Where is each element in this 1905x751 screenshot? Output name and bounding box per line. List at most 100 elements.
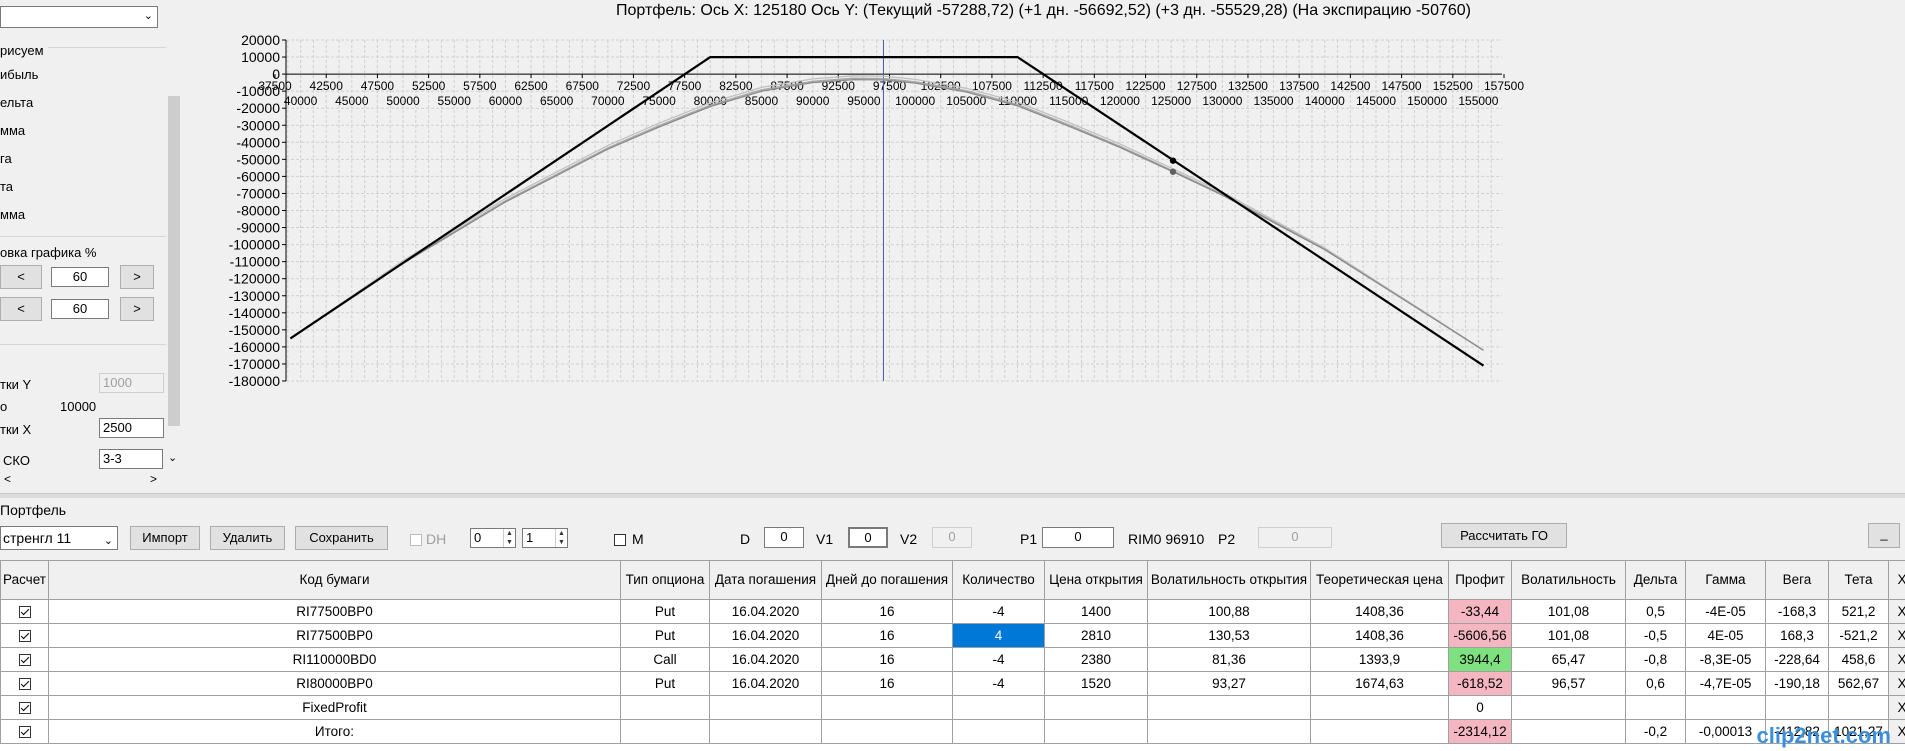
cell-profit[interactable]: 3944,4 bbox=[1448, 647, 1512, 672]
m-checkbox[interactable] bbox=[614, 534, 626, 546]
cell-theta[interactable] bbox=[1828, 695, 1889, 720]
dh-checkbox[interactable] bbox=[410, 534, 422, 546]
col-header-calc[interactable]: Расчет bbox=[0, 560, 49, 600]
cell-theo[interactable]: 1674,63 bbox=[1310, 671, 1449, 696]
cell-type[interactable]: Put bbox=[620, 599, 710, 624]
cell-theo[interactable] bbox=[1310, 719, 1449, 744]
cell-date[interactable]: 16.04.2020 bbox=[709, 623, 822, 648]
cell-x[interactable]: X bbox=[1888, 647, 1905, 672]
cell-vol[interactable]: 101,08 bbox=[1511, 599, 1626, 624]
cell-vol[interactable]: 65,47 bbox=[1511, 647, 1626, 672]
spin-updown-icon[interactable]: ▲ ▼ bbox=[555, 529, 567, 547]
cell-vega[interactable]: -228,64 bbox=[1765, 647, 1829, 672]
cell-x[interactable]: X bbox=[1888, 671, 1905, 696]
col-header-gamma[interactable]: Гамма bbox=[1685, 560, 1766, 600]
table-row[interactable]: RI77500BP0 Put 16.04.2020 16 -4 1400 100,88 140… bbox=[0, 599, 1905, 624]
cell-delta[interactable] bbox=[1625, 695, 1686, 720]
col-header-theo[interactable]: Теоретическая цена bbox=[1310, 560, 1449, 600]
scroll-left-icon[interactable]: < bbox=[4, 472, 11, 486]
scale1-next-button[interactable]: > bbox=[120, 265, 154, 289]
cell-qty[interactable]: -4 bbox=[952, 647, 1045, 672]
cell-vol[interactable] bbox=[1511, 719, 1626, 744]
left-panel-scroll-thumb[interactable] bbox=[168, 96, 180, 426]
cell-code[interactable]: RI77500BP0 bbox=[48, 599, 621, 624]
row-calc-checkbox[interactable] bbox=[0, 599, 49, 624]
import-button[interactable]: Импорт bbox=[130, 526, 200, 550]
left-panel-hscrollbar[interactable]: < > bbox=[0, 472, 166, 488]
save-button[interactable]: Сохранить bbox=[295, 526, 388, 550]
cell-gamma[interactable]: -0,00013 bbox=[1685, 719, 1766, 744]
col-header-theta[interactable]: Тета bbox=[1828, 560, 1889, 600]
cell-vega[interactable]: -168,3 bbox=[1765, 599, 1829, 624]
cell-theta[interactable]: 562,67 bbox=[1828, 671, 1889, 696]
row-calc-checkbox[interactable] bbox=[0, 719, 49, 744]
cell-type[interactable]: Put bbox=[620, 623, 710, 648]
cell-gamma[interactable] bbox=[1685, 695, 1766, 720]
chevron-down-icon[interactable]: ⌄ bbox=[168, 451, 177, 464]
dh-spin2[interactable]: 1 ▲ ▼ bbox=[522, 528, 568, 548]
grid-x-field[interactable]: 2500 bbox=[99, 418, 164, 438]
cell-price[interactable] bbox=[1044, 695, 1148, 720]
cell-type[interactable]: Put bbox=[620, 671, 710, 696]
cell-x[interactable]: X bbox=[1888, 695, 1905, 720]
cell-profit[interactable]: -618,52 bbox=[1448, 671, 1512, 696]
spin-updown-icon[interactable]: ▲ ▼ bbox=[503, 529, 515, 547]
calc-go-button[interactable]: Рассчитать ГО bbox=[1441, 523, 1567, 548]
scroll-right-icon[interactable]: > bbox=[150, 472, 157, 486]
series-select[interactable]: ⌄ bbox=[0, 6, 158, 28]
cell-days[interactable] bbox=[821, 719, 953, 744]
col-header-code[interactable]: Код бумаги bbox=[48, 560, 621, 600]
cell-price[interactable]: 1400 bbox=[1044, 599, 1148, 624]
cell-theo[interactable] bbox=[1310, 695, 1449, 720]
cell-date[interactable]: 16.04.2020 bbox=[709, 647, 822, 672]
cell-vega[interactable] bbox=[1765, 695, 1829, 720]
series-item-profit[interactable]: ибыль bbox=[0, 67, 38, 82]
p1-field[interactable]: 0 bbox=[1042, 527, 1114, 548]
cell-delta[interactable]: 0,6 bbox=[1625, 671, 1686, 696]
cell-code[interactable]: RI77500BP0 bbox=[48, 623, 621, 648]
cell-vol[interactable]: 101,08 bbox=[1511, 623, 1626, 648]
cell-days[interactable] bbox=[821, 695, 953, 720]
checkbox-checked-icon[interactable] bbox=[18, 702, 31, 715]
col-header-days[interactable]: Дней до погашения bbox=[821, 560, 953, 600]
series-item-vega[interactable]: га bbox=[0, 151, 12, 166]
cell-vol-open[interactable] bbox=[1147, 695, 1311, 720]
cell-vol-open[interactable]: 100,88 bbox=[1147, 599, 1311, 624]
table-row[interactable]: Итого: -2314,12 -0,2 -0,00013 -412,82 1021,27… bbox=[0, 719, 1905, 744]
cell-date[interactable]: 16.04.2020 bbox=[709, 599, 822, 624]
col-header-qty[interactable]: Количество bbox=[952, 560, 1045, 600]
v1-field[interactable]: 0 bbox=[848, 527, 888, 548]
p2-field[interactable]: 0 bbox=[1258, 527, 1332, 548]
cell-gamma[interactable]: 4E-05 bbox=[1685, 623, 1766, 648]
cell-theo[interactable]: 1393,9 bbox=[1310, 647, 1449, 672]
cell-code[interactable]: RI80000BP0 bbox=[48, 671, 621, 696]
cell-vol-open[interactable]: 130,53 bbox=[1147, 623, 1311, 648]
scale2-next-button[interactable]: > bbox=[120, 297, 154, 321]
cell-vol-open[interactable]: 81,36 bbox=[1147, 647, 1311, 672]
cell-delta[interactable]: -0,5 bbox=[1625, 623, 1686, 648]
cell-vol-open[interactable]: 93,27 bbox=[1147, 671, 1311, 696]
row-calc-checkbox[interactable] bbox=[0, 695, 49, 720]
cell-vol[interactable]: 96,57 bbox=[1511, 671, 1626, 696]
col-header-delta[interactable]: Дельта bbox=[1625, 560, 1686, 600]
cell-theta[interactable]: 521,2 bbox=[1828, 599, 1889, 624]
table-row[interactable]: FixedProfit 0 X bbox=[0, 695, 1905, 720]
cell-days[interactable]: 16 bbox=[821, 671, 953, 696]
checkbox-checked-icon[interactable] bbox=[18, 606, 31, 619]
table-row[interactable]: RI77500BP0 Put 16.04.2020 16 4 2810 130,53 1408… bbox=[0, 623, 1905, 648]
cell-type[interactable] bbox=[620, 695, 710, 720]
table-row[interactable]: RI80000BP0 Put 16.04.2020 16 -4 1520 93,27 1674… bbox=[0, 671, 1905, 696]
cell-profit[interactable]: -5606,56 bbox=[1448, 623, 1512, 648]
cell-code[interactable]: RI110000BD0 bbox=[48, 647, 621, 672]
splitter[interactable] bbox=[0, 493, 1905, 498]
scale1-prev-button[interactable]: < bbox=[0, 265, 42, 289]
d-field[interactable]: 0 bbox=[764, 527, 804, 548]
checkbox-checked-icon[interactable] bbox=[18, 726, 31, 739]
cell-vol[interactable] bbox=[1511, 695, 1626, 720]
minimize-button[interactable]: _ bbox=[1868, 523, 1900, 548]
cell-vega[interactable]: -190,18 bbox=[1765, 671, 1829, 696]
cell-days[interactable]: 16 bbox=[821, 647, 953, 672]
cell-theo[interactable]: 1408,36 bbox=[1310, 599, 1449, 624]
cell-date[interactable] bbox=[709, 695, 822, 720]
col-header-date[interactable]: Дата погашения bbox=[709, 560, 822, 600]
